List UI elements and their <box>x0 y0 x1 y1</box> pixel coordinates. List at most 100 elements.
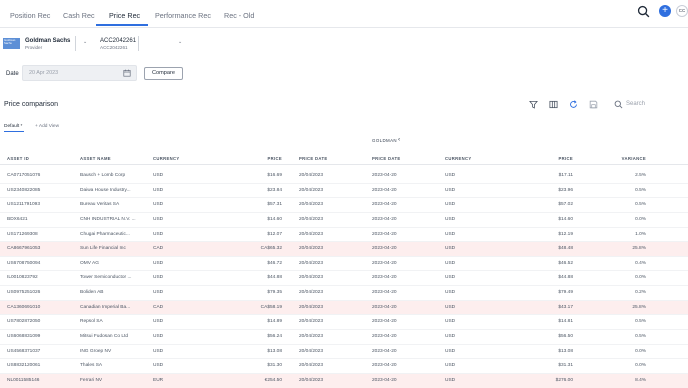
cell-price: $79.35 <box>267 290 282 296</box>
date-field[interactable]: 20 Apr 2023 <box>22 65 137 81</box>
cell-provider-price: $31.31 <box>558 363 573 369</box>
cell-variance: 0.0% <box>635 363 646 369</box>
filter-icon[interactable] <box>529 100 538 109</box>
cell-provider-currency: USD <box>445 319 456 325</box>
cell-price: $14.60 <box>267 216 282 222</box>
header-divider <box>0 164 688 165</box>
table-row[interactable]: CA0717051076 Bausch + Lomb Corp USD $16.69 2… <box>0 169 688 184</box>
table-row[interactable]: US4568371037 ING Groep NV USD $13.08 20/04/2… <box>0 345 688 360</box>
tab-rec-old[interactable]: Rec - Old <box>224 11 254 20</box>
col-header-price-date[interactable]: PRICE DATE <box>299 156 328 161</box>
cell-variance: 0.5% <box>635 334 646 340</box>
price-table-body: CA0717051076 Bausch + Lomb Corp USD $16.69 2… <box>0 169 688 388</box>
cell-provider-price: $14.81 <box>558 319 573 325</box>
section-title: Price comparison <box>4 101 59 108</box>
tab-position-rec[interactable]: Position Rec <box>10 11 50 20</box>
cell-asset-id: IL0010823792 <box>7 275 38 281</box>
tab-performance-rec[interactable]: Performance Rec <box>155 11 211 20</box>
cell-asset-id: US2340822085 <box>7 187 41 193</box>
table-row[interactable]: US171269308 Chugai Pharmaceutic... USD $12.… <box>0 228 688 243</box>
date-value: 20 Apr 2023 <box>29 70 59 76</box>
col-header-price[interactable]: PRICE <box>240 156 282 161</box>
cell-price-date: 20/04/2023 <box>299 319 324 325</box>
cell-asset-id: CA0717051076 <box>7 173 41 178</box>
cell-price: CA$65.32 <box>260 246 282 252</box>
table-row[interactable]: US1211791093 Bureau Veritas SA USD $57.31 20… <box>0 198 688 213</box>
cell-asset-name: ING Groep NV <box>80 348 112 354</box>
cell-price-date: 20/04/2023 <box>299 246 324 252</box>
table-search-input[interactable]: Search <box>626 101 686 107</box>
col-header-provider-price-date[interactable]: PRICE DATE <box>372 156 401 161</box>
active-view-indicator <box>4 131 24 132</box>
cell-asset-name: Sun Life Financial Inc <box>80 246 126 252</box>
cell-provider-price-date: 2023-04-20 <box>372 377 397 383</box>
cell-asset-id: US8832120061 <box>7 363 41 369</box>
cell-provider-currency: USD <box>445 363 456 369</box>
cell-price: $46.72 <box>267 260 282 266</box>
cell-provider-price: $13.08 <box>558 348 573 354</box>
provider-name[interactable]: Goldman Sachs <box>25 38 70 44</box>
cell-asset-name: Tower Semiconductor ... <box>80 275 132 281</box>
add-view-button[interactable]: + Add View <box>35 124 59 129</box>
refresh-icon[interactable] <box>569 100 578 109</box>
calendar-icon[interactable] <box>123 69 131 77</box>
top-tab-bar: Position Rec Cash Rec Price Rec Performa… <box>0 0 688 28</box>
table-row[interactable]: IL0010823792 Tower Semiconductor ... USD $4… <box>0 271 688 287</box>
view-tab-default[interactable]: Default * <box>4 124 22 129</box>
table-row[interactable]: CA1360691010 Canadian Imperial Ba... CAD CA… <box>0 300 688 316</box>
cell-variance: 25.8% <box>632 246 646 252</box>
cell-provider-price: $44.88 <box>558 275 573 281</box>
cell-price-date: 20/04/2023 <box>299 377 324 383</box>
active-tab-indicator <box>96 24 148 26</box>
col-header-provider-currency[interactable]: CURRENCY <box>445 156 472 161</box>
col-header-asset-id[interactable]: ASSET ID <box>7 156 29 161</box>
chevron-left-icon[interactable]: ‹ <box>398 136 400 143</box>
cell-asset-id: US6708750094 <box>7 260 41 266</box>
table-row[interactable]: US7802872050 Repsol SA USD $14.89 20/04/2023… <box>0 315 688 331</box>
cell-provider-price: $23.96 <box>558 187 573 193</box>
cell-price: $14.89 <box>267 319 282 325</box>
table-row[interactable]: US2340822085 Daiwa House Industry... USD $2… <box>0 184 688 199</box>
col-header-variance[interactable]: VARIANCE <box>606 156 646 161</box>
save-icon[interactable] <box>589 100 598 109</box>
columns-icon[interactable] <box>549 100 558 109</box>
cell-asset-id: US4568371037 <box>7 348 41 354</box>
cell-price-date: 20/04/2023 <box>299 290 324 296</box>
cell-variance: 8.4% <box>635 377 646 383</box>
cell-asset-id: NL0011585146 <box>7 377 40 383</box>
account-name[interactable]: ACC2042261 <box>100 38 136 44</box>
user-avatar[interactable]: CC <box>676 5 688 17</box>
table-row[interactable]: US0975251026 Boliden AB USD $79.35 20/04/202… <box>0 286 688 301</box>
account-chevron-down-icon[interactable]: ⌄ <box>178 39 182 45</box>
col-header-currency[interactable]: CURRENCY <box>153 156 180 161</box>
cell-provider-price: $17.11 <box>558 173 573 178</box>
cell-variance: 0.5% <box>635 187 646 193</box>
add-button[interactable]: + <box>659 5 671 17</box>
cell-price: $44.88 <box>267 275 282 281</box>
col-header-asset-name[interactable]: ASSET NAME <box>80 156 111 161</box>
cell-price: $31.30 <box>267 363 282 369</box>
cell-variance: 0.5% <box>635 319 646 325</box>
table-row[interactable]: CA8667961053 Sun Life Financial Inc CAD CA$… <box>0 242 688 257</box>
cell-variance: 2.5% <box>635 173 646 178</box>
tab-cash-rec[interactable]: Cash Rec <box>63 11 95 20</box>
cell-currency: USD <box>153 231 164 237</box>
compare-button[interactable]: Compare <box>144 67 183 80</box>
tab-price-rec[interactable]: Price Rec <box>109 11 140 20</box>
cell-provider-price-date: 2023-04-20 <box>372 246 397 252</box>
cell-price: €254.50 <box>264 377 282 383</box>
search-icon[interactable] <box>637 5 650 18</box>
col-header-provider-price[interactable]: PRICE <box>533 156 573 161</box>
cell-provider-price-date: 2023-04-20 <box>372 304 397 310</box>
cell-price: CA$58.19 <box>260 304 282 310</box>
table-row[interactable]: US8832120061 Thales SA USD $31.30 20/04/2023… <box>0 359 688 374</box>
provider-chevron-down-icon[interactable]: ⌄ <box>83 39 87 45</box>
cell-currency: USD <box>153 202 164 208</box>
cell-asset-name: Bausch + Lomb Corp <box>80 173 126 178</box>
table-row[interactable]: NL0011585146 Ferrari NV EUR €254.50 20/04/20… <box>0 373 688 388</box>
table-row[interactable]: US6068831099 Mitsui Fudosan Co Ltd USD $56.… <box>0 330 688 345</box>
cell-price: $13.08 <box>267 348 282 354</box>
table-row[interactable]: US6708750094 OMV AG USD $46.72 20/04/2023 202… <box>0 257 688 272</box>
cell-asset-name: Repsol SA <box>80 319 103 325</box>
table-row[interactable]: BDX6421 CNH INDUSTRIAL N.V. ... USD $14.60 2… <box>0 213 688 228</box>
